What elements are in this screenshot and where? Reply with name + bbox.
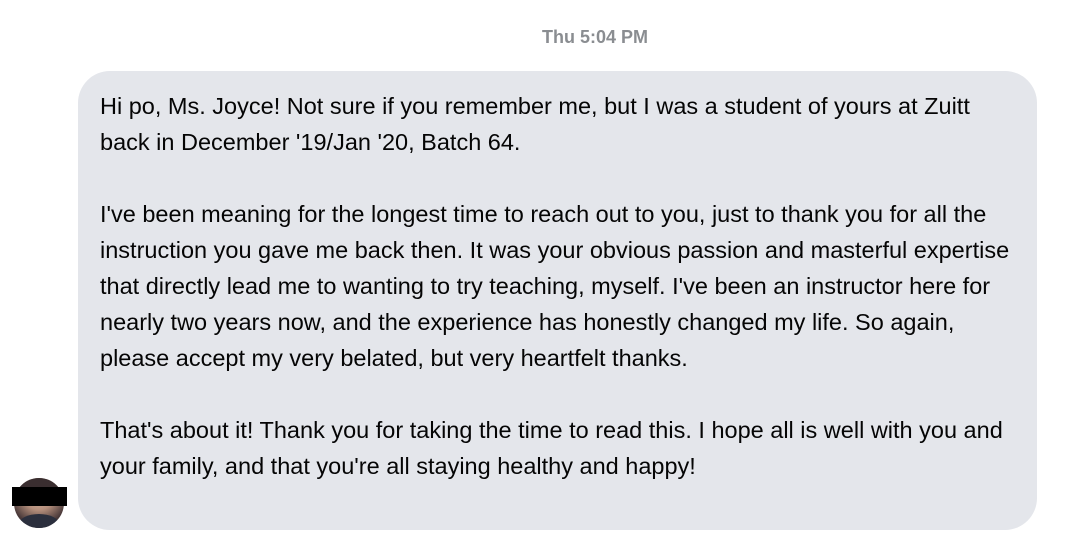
message-bubble[interactable]: Hi po, Ms. Joyce! Not sure if you rememb… xyxy=(78,71,1037,530)
censor-bar xyxy=(12,487,67,506)
message-paragraph: Hi po, Ms. Joyce! Not sure if you rememb… xyxy=(100,93,970,155)
message-timestamp: Thu 5:04 PM xyxy=(541,27,648,47)
avatar-shoulders-shape xyxy=(19,514,59,528)
message-paragraph: I've been meaning for the longest time t… xyxy=(100,201,1010,371)
message-paragraph: That's about it! Thank you for taking th… xyxy=(100,417,1003,479)
